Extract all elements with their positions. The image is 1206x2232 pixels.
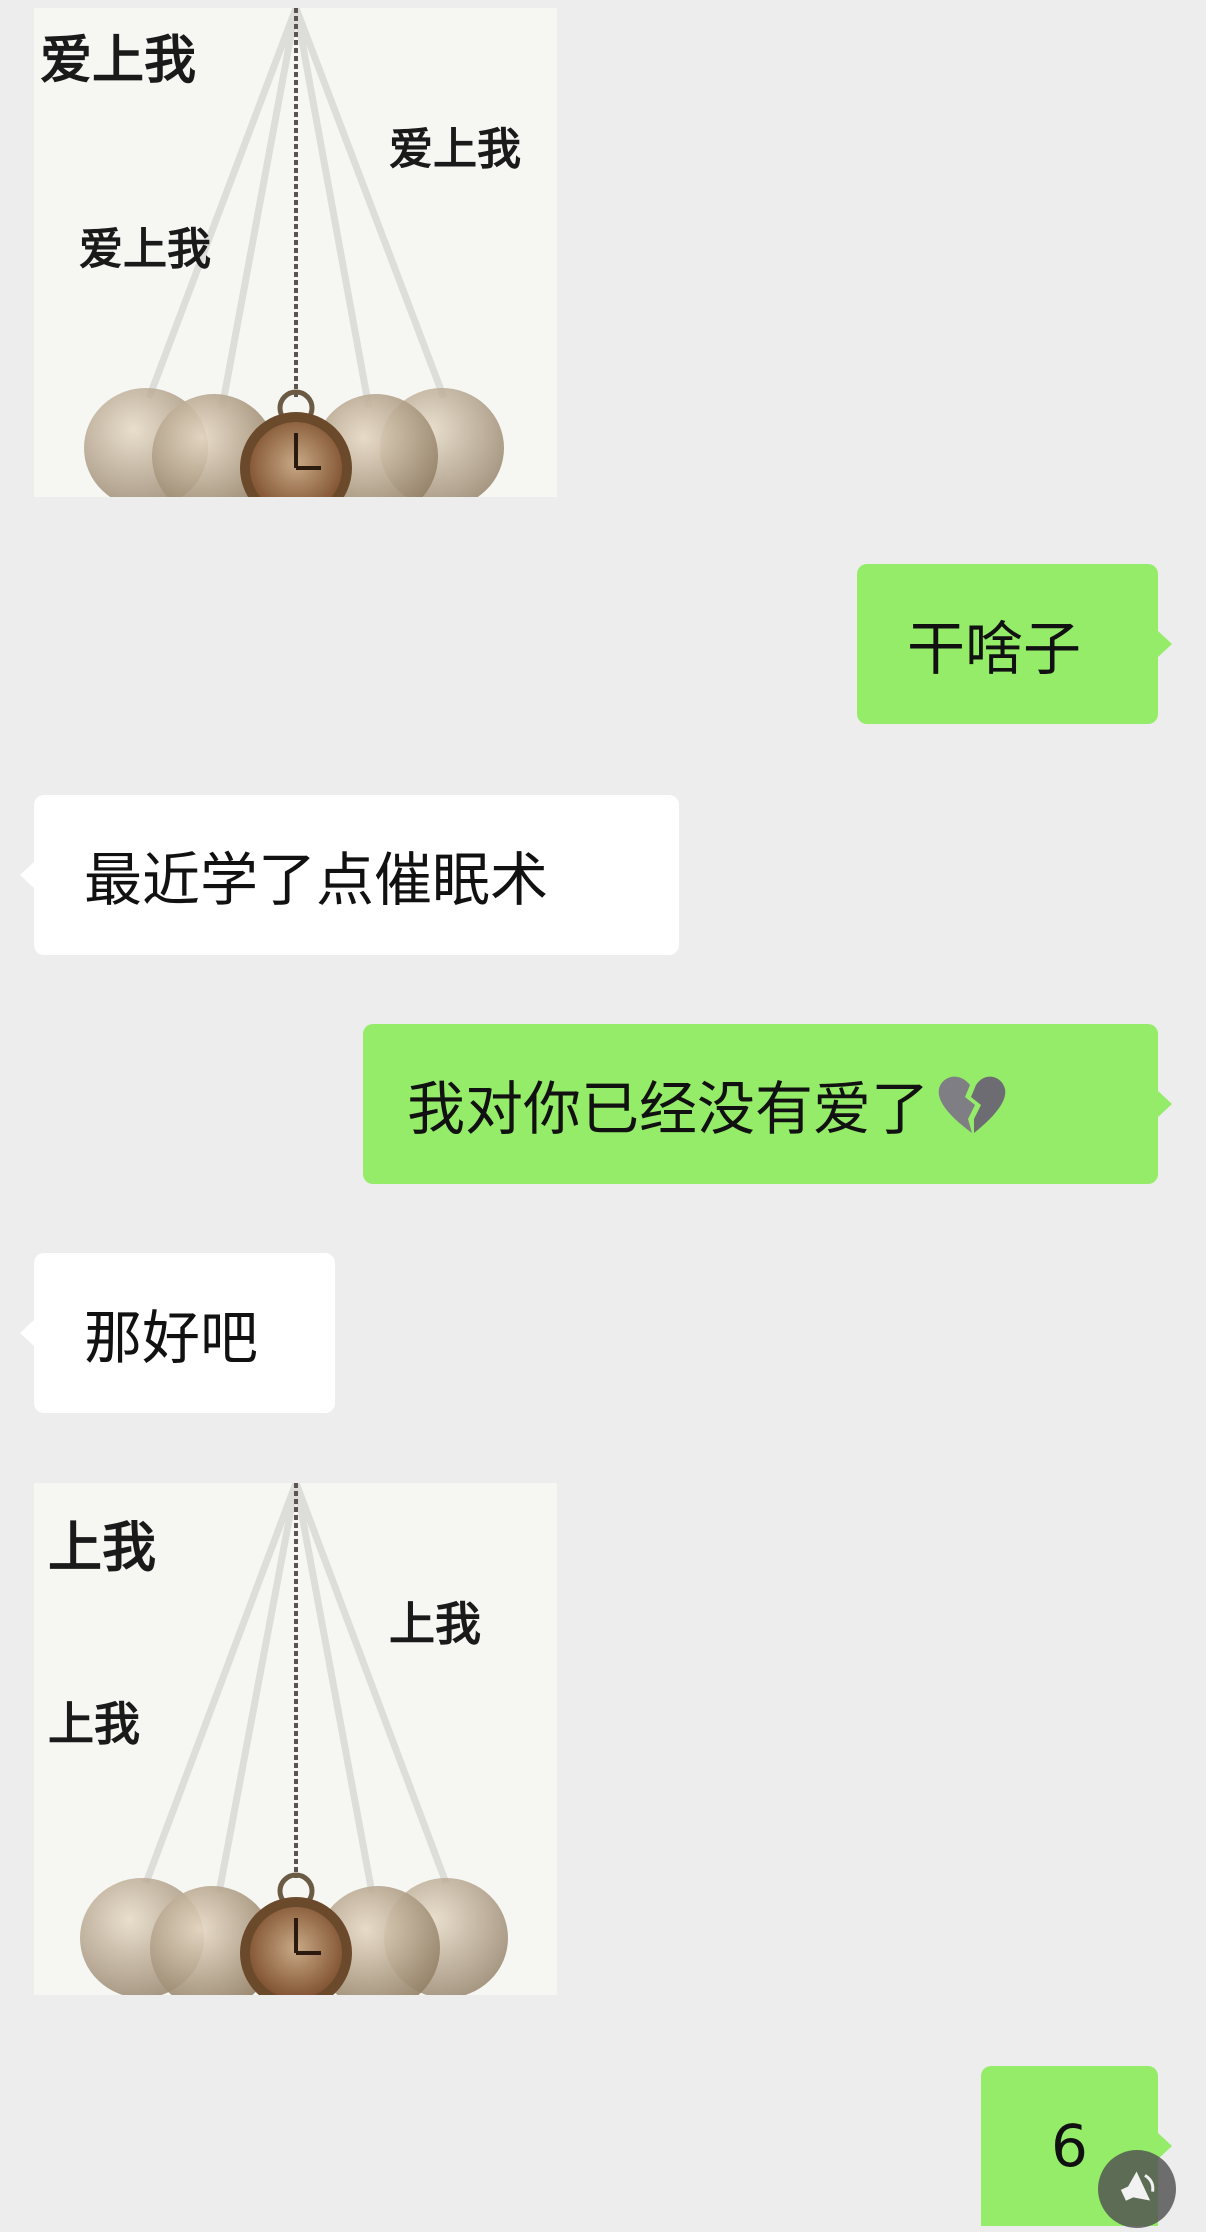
message-text: 那好吧 [84,1304,259,1372]
hypnosis-sticker-image[interactable]: 爱上我 爱上我 爱上我 [34,8,557,497]
received-message-bubble[interactable]: 最近学了点催眠术 [20,795,679,955]
received-message-bubble[interactable]: 那好吧 [20,1253,335,1413]
sticker-caption: 爱上我 [389,124,521,175]
sticker-caption: 爱上我 [79,224,211,275]
message-text: 我对你已经没有爱了 [407,1075,930,1143]
sticker-caption: 上我 [48,1697,140,1751]
message-text: 干啥子 [907,615,1082,683]
hypnosis-sticker-image[interactable]: 上我 上我 上我 [34,1483,557,1995]
sent-message-bubble[interactable]: 我对你已经没有爱了 [363,1024,1172,1184]
broken-heart-icon [938,1076,1006,1133]
sticker-caption: 爱上我 [40,31,197,91]
sticker-caption: 上我 [48,1516,156,1579]
message-text: 6 [1051,2112,1088,2180]
speaker-icon [1120,2171,1155,2201]
sticker-caption: 上我 [389,1597,481,1651]
message-text: 最近学了点催眠术 [84,846,549,914]
speaker-button[interactable] [1098,2150,1176,2228]
sent-message-bubble[interactable]: 干啥子 [857,564,1172,724]
